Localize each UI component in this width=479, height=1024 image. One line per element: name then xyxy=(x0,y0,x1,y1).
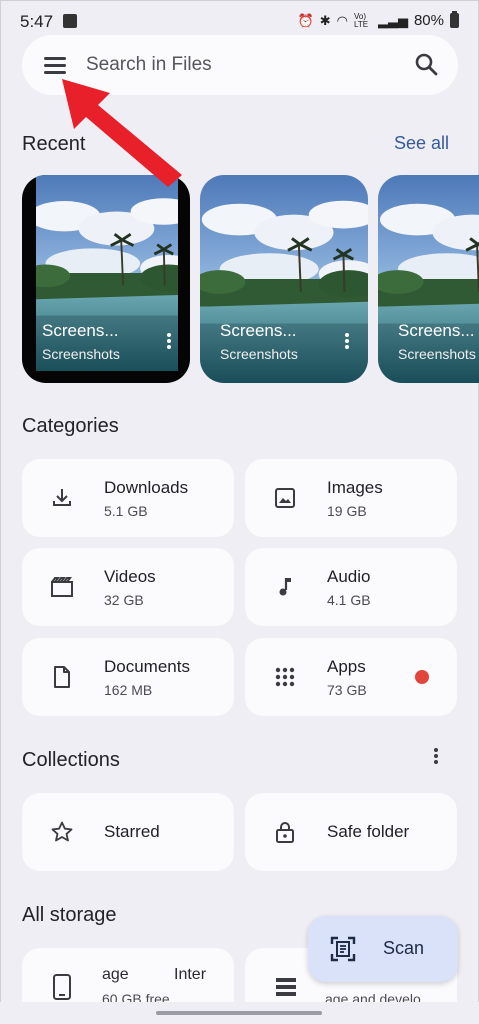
collection-label: Starred xyxy=(104,822,160,841)
apps-grid-icon xyxy=(275,667,295,687)
collection-starred[interactable]: Starred xyxy=(22,793,234,871)
recent-card-title: Screens... xyxy=(42,321,119,340)
collections-heading: Collections xyxy=(22,749,120,771)
category-downloads[interactable]: Downloads 5.1 GB xyxy=(22,459,234,537)
category-videos[interactable]: Videos 32 GB xyxy=(22,548,234,626)
category-label: Downloads xyxy=(104,478,189,497)
storage-label-fragment: age xyxy=(102,966,129,983)
video-icon xyxy=(51,577,73,597)
gesture-handle[interactable] xyxy=(156,1011,322,1015)
music-note-icon xyxy=(279,578,291,596)
category-size: 5.1 GB xyxy=(104,503,148,519)
notification-dot xyxy=(415,670,429,684)
collection-safe-folder[interactable]: Safe folder xyxy=(245,793,457,871)
recent-card-subtitle: Screenshots xyxy=(220,346,298,362)
star-icon xyxy=(51,821,73,842)
more-options-icon[interactable] xyxy=(344,331,350,351)
search-input[interactable]: Search in Files xyxy=(86,54,212,76)
gallery-notification-icon xyxy=(63,14,77,28)
category-apps[interactable]: Apps 73 GB xyxy=(245,638,457,716)
category-documents[interactable]: Documents 162 MB xyxy=(22,638,234,716)
annotation-arrow-icon xyxy=(62,79,182,187)
document-icon xyxy=(54,666,70,688)
search-icon[interactable] xyxy=(414,52,438,76)
status-time: 5:47 xyxy=(20,12,54,31)
storage-list-icon xyxy=(276,978,296,996)
category-size: 19 GB xyxy=(327,503,367,519)
category-label: Images xyxy=(327,478,383,497)
recent-card-title: Screens... xyxy=(398,321,475,340)
lock-icon xyxy=(276,822,294,843)
download-icon xyxy=(53,489,71,506)
category-size: 162 MB xyxy=(104,682,153,698)
category-images[interactable]: Images 19 GB xyxy=(245,459,457,537)
alarm-icon: ⏰ xyxy=(297,12,314,28)
all-storage-heading: All storage xyxy=(22,904,117,926)
lte-indicator: Vo) LTE xyxy=(353,11,369,29)
category-label: Audio xyxy=(327,567,371,586)
category-audio[interactable]: Audio 4.1 GB xyxy=(245,548,457,626)
categories-heading: Categories xyxy=(22,415,119,437)
category-size: 4.1 GB xyxy=(327,592,371,608)
category-size: 32 GB xyxy=(104,592,144,608)
signal-icon: ▂▃▅ xyxy=(377,12,408,28)
category-label: Apps xyxy=(327,657,366,676)
recent-card[interactable]: Screens... Screenshots xyxy=(378,175,479,383)
hamburger-menu-icon[interactable] xyxy=(44,57,66,74)
scan-button[interactable]: Scan xyxy=(308,916,458,982)
category-label: Videos xyxy=(104,567,156,586)
category-label: Documents xyxy=(104,657,190,676)
collections-more-icon[interactable] xyxy=(433,746,439,768)
category-size: 73 GB xyxy=(327,682,367,698)
bluetooth-icon: ✱ xyxy=(319,12,331,28)
more-options-icon[interactable] xyxy=(166,331,172,351)
recent-thumbnail xyxy=(36,175,178,371)
battery-percent: 80% xyxy=(413,12,444,29)
image-icon xyxy=(275,488,295,508)
status-icons: ⏰ ✱ ◠ Vo) LTE ▂▃▅ 80% xyxy=(297,11,459,29)
storage-label-fragment: Inter xyxy=(174,966,207,983)
battery-icon xyxy=(450,11,459,28)
scan-document-icon xyxy=(330,936,356,962)
recent-card-title: Screens... xyxy=(220,321,297,340)
recent-card-subtitle: Screenshots xyxy=(398,346,476,362)
see-all-link[interactable]: See all xyxy=(394,133,449,154)
phone-icon xyxy=(53,974,71,1000)
recent-card-subtitle: Screenshots xyxy=(42,346,120,362)
recent-card[interactable]: Screens... Screenshots xyxy=(22,175,190,383)
recent-card[interactable]: Screens... Screenshots xyxy=(200,175,368,383)
scan-button-label: Scan xyxy=(383,938,425,958)
collection-label: Safe folder xyxy=(327,822,410,841)
wifi-icon: ◠ xyxy=(336,12,348,28)
